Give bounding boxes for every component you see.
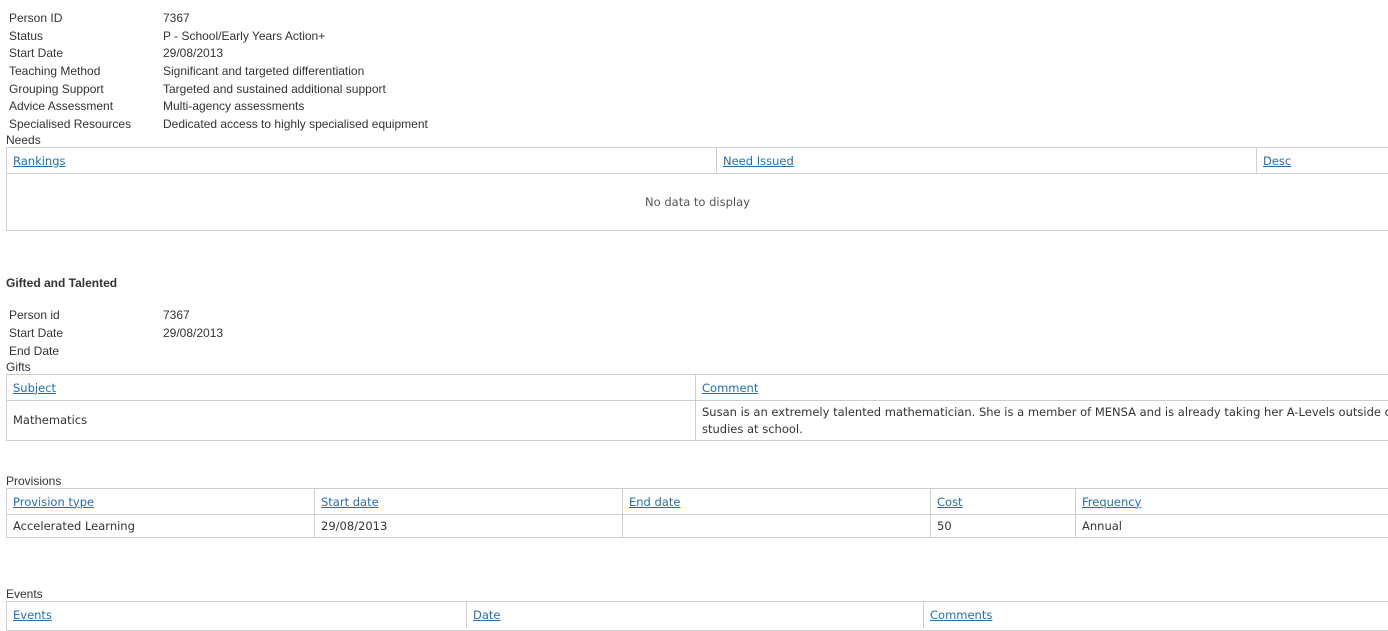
start-date-label: Start Date [9, 46, 64, 60]
start-date-value: 29/08/2013 [163, 46, 224, 60]
desc-sort-link[interactable]: Desc [1263, 154, 1291, 168]
provision-type-text: Accelerated Learning [13, 518, 135, 533]
needs-col-desc: Desc [1256, 148, 1388, 173]
needs-col-rankings: Rankings [7, 148, 716, 173]
needs-caption: Needs [6, 133, 41, 147]
provision-frequency-text: Annual [1082, 518, 1122, 533]
specialised-resources-label: Specialised Resources [9, 117, 132, 131]
provisions-col-frequency: Frequency [1075, 489, 1388, 514]
provisions-col-cost: Cost [930, 489, 1075, 514]
gift-subject-cell: Mathematics [7, 401, 695, 440]
provision-end-date-cell [622, 515, 930, 537]
grouping-support-label: Grouping Support [9, 82, 104, 96]
provision-type-sort-link[interactable]: Provision type [13, 495, 94, 509]
provision-cost-text: 50 [937, 518, 952, 533]
date-sort-link[interactable]: Date [473, 608, 501, 622]
events-sort-link[interactable]: Events [13, 608, 52, 622]
subject-sort-link[interactable]: Subject [13, 381, 56, 395]
events-grid: Events Date Comments [6, 601, 1388, 631]
gifts-grid: Subject Comment Mathematics Susan is an … [6, 374, 1388, 441]
advice-assessment-label: Advice Assessment [9, 99, 114, 113]
cost-sort-link[interactable]: Cost [937, 495, 963, 509]
provision-type-cell: Accelerated Learning [7, 515, 314, 537]
person-id-value: 7367 [163, 11, 190, 25]
gifted-person-id-label: Person id [9, 308, 60, 322]
gifted-start-date-label: Start Date [9, 326, 64, 340]
provisions-col-type: Provision type [7, 489, 314, 514]
gifts-col-subject: Subject [7, 375, 695, 400]
needs-grid: Rankings Need Issued Desc No data to dis… [6, 147, 1388, 231]
provision-cost-cell: 50 [930, 515, 1075, 537]
status-value: P - School/Early Years Action+ [163, 29, 326, 43]
advice-assessment-value: Multi-agency assessments [163, 99, 305, 113]
events-grid-header: Events Date Comments [7, 602, 1388, 628]
gift-subject-text: Mathematics [13, 413, 88, 427]
gifts-col-comment: Comment [695, 375, 1388, 400]
events-col-comments: Comments [923, 602, 1388, 628]
teaching-method-value: Significant and targeted differentiation [163, 64, 365, 78]
grouping-support-value: Targeted and sustained additional suppor… [163, 82, 386, 96]
gifts-caption: Gifts [6, 360, 31, 374]
comment-sort-link[interactable]: Comment [702, 381, 758, 395]
events-col-date: Date [466, 602, 923, 628]
teaching-method-label: Teaching Method [9, 64, 101, 78]
gifted-person-id-value: 7367 [163, 308, 190, 322]
frequency-sort-link[interactable]: Frequency [1082, 495, 1141, 509]
end-date-sort-link[interactable]: End date [629, 495, 680, 509]
needs-grid-header: Rankings Need Issued Desc [7, 148, 1388, 174]
needs-grid-body: No data to display [7, 174, 1388, 230]
gifted-talented-heading: Gifted and Talented [6, 276, 118, 290]
comments-sort-link[interactable]: Comments [930, 608, 992, 622]
provisions-caption: Provisions [6, 474, 62, 488]
provisions-grid: Provision type Start date End date Cost … [6, 488, 1388, 538]
events-caption: Events [6, 587, 43, 601]
start-date-sort-link[interactable]: Start date [321, 495, 379, 509]
table-row[interactable]: Accelerated Learning 29/08/2013 50 Annua… [7, 515, 1388, 537]
gift-comment-line1: Susan is an extremely talented mathemati… [702, 404, 1388, 419]
table-row[interactable]: Mathematics Susan is an extremely talent… [7, 401, 1388, 440]
provision-start-date-text: 29/08/2013 [321, 518, 388, 533]
person-id-label: Person ID [9, 11, 63, 25]
gift-comment-line2: studies at school. [702, 421, 803, 436]
status-label: Status [9, 29, 44, 43]
provisions-grid-header: Provision type Start date End date Cost … [7, 489, 1388, 515]
provision-frequency-cell: Annual [1075, 515, 1388, 537]
gifted-start-date-value: 29/08/2013 [163, 326, 224, 340]
rankings-sort-link[interactable]: Rankings [13, 154, 66, 168]
events-col-events: Events [7, 602, 466, 628]
gifts-grid-header: Subject Comment [7, 375, 1388, 401]
provisions-col-end-date: End date [622, 489, 930, 514]
provision-start-date-cell: 29/08/2013 [314, 515, 622, 537]
needs-empty-message: No data to display [645, 195, 750, 209]
provisions-col-start-date: Start date [314, 489, 622, 514]
specialised-resources-value: Dedicated access to highly specialised e… [163, 117, 428, 131]
need-issued-sort-link[interactable]: Need Issued [723, 154, 794, 168]
gift-comment-cell: Susan is an extremely talented mathemati… [695, 401, 1388, 440]
needs-col-need-issued: Need Issued [716, 148, 1256, 173]
gifted-end-date-label: End Date [9, 344, 60, 358]
